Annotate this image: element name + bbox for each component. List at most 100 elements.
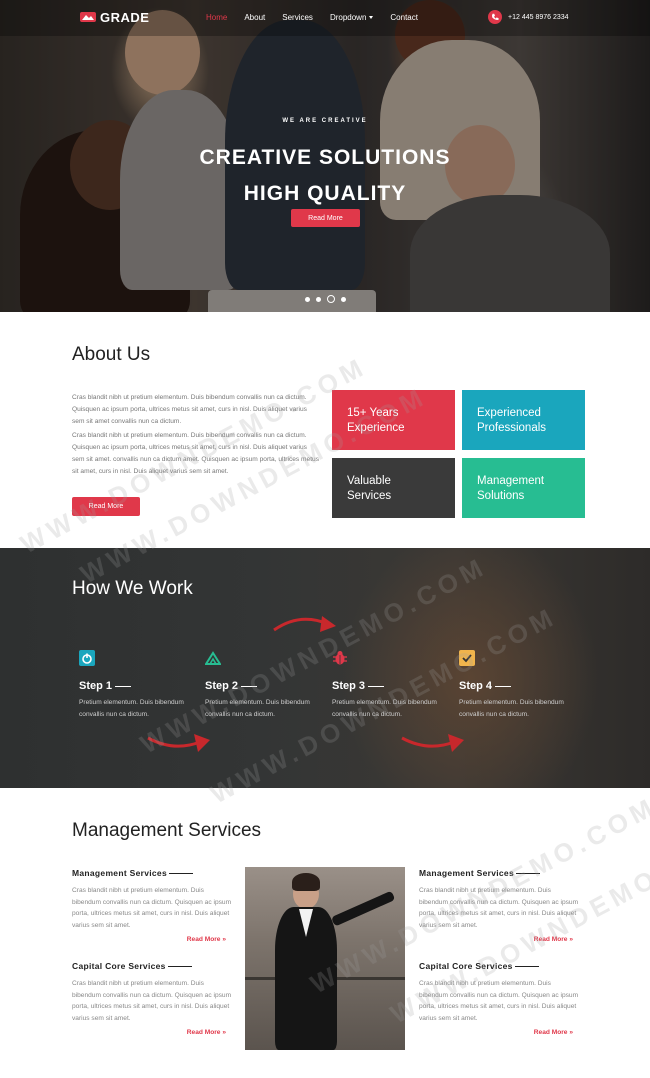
read-more-label: Read More <box>186 1028 221 1036</box>
hero-title-line: HIGH QUALITY <box>243 182 407 205</box>
step-text: Pretium elementum. Duis bibendum convall… <box>205 699 310 718</box>
step-heading: Step 3 <box>332 680 442 692</box>
nav-contact[interactable]: Contact <box>390 13 418 22</box>
nav-about[interactable]: About <box>244 13 265 22</box>
logo-mark-icon <box>80 12 96 22</box>
service-heading: Capital Core Services <box>419 961 579 971</box>
caret-down-icon <box>369 16 374 20</box>
step-divider <box>115 685 132 687</box>
curved-arrow-icon <box>401 734 464 752</box>
tile-line: Experienced <box>477 407 541 419</box>
hero-title-line: CREATIVE SOLUTIONS <box>199 146 451 169</box>
tile-line: Experience <box>347 422 405 434</box>
step-heading: Step 4 <box>459 680 569 692</box>
nav-dropdown[interactable]: Dropdown <box>329 13 374 22</box>
service-divider <box>516 872 540 874</box>
step-title: Step 4 <box>459 680 493 692</box>
step-divider <box>241 685 258 687</box>
businesswoman-photo <box>245 867 405 1050</box>
step-card: Step 2 Pretium elementum. Duis bibendum … <box>204 650 315 721</box>
main-menu: Home About Services Dropdown Contact <box>206 13 435 22</box>
photo-figure <box>292 873 320 891</box>
power-icon <box>79 650 95 666</box>
carousel-dot[interactable] <box>341 296 346 302</box>
read-more-label: Read More <box>533 1028 568 1036</box>
step-title: Step 1 <box>79 680 113 692</box>
service-read-more-link[interactable]: Read More » <box>419 936 579 943</box>
feature-tile-solutions[interactable]: Management Solutions <box>462 458 585 518</box>
how-title: How We Work <box>72 578 193 599</box>
service-read-more-link[interactable]: Read More » <box>419 1029 579 1036</box>
nav-services[interactable]: Services <box>282 13 313 22</box>
phone-number: +12 445 8976 2334 <box>508 13 569 21</box>
tile-line: Management <box>477 475 545 487</box>
hero-kicker: WE ARE CREATIVE <box>282 118 368 124</box>
brand-name: GRADE <box>100 9 150 25</box>
hero-read-more-button[interactable]: Read More <box>291 209 360 227</box>
service-item: Management Services Cras blandit nibh ut… <box>72 868 232 943</box>
tile-line: Valuable <box>347 475 391 487</box>
curved-arrow-icon <box>147 734 210 752</box>
management-title: Management Services <box>72 820 262 841</box>
service-divider <box>514 965 539 967</box>
step-text: Pretium elementum. Duis bibendum convall… <box>459 699 564 718</box>
brand-logo[interactable]: GRADE <box>80 9 149 25</box>
service-read-more-link[interactable]: Read More » <box>72 936 232 943</box>
nav-dropdown-label: Dropdown <box>329 13 367 22</box>
step-title: Step 2 <box>205 680 239 692</box>
photo-figure <box>330 890 396 927</box>
service-item: Capital Core Services Cras blandit nibh … <box>419 961 579 1036</box>
tile-line: Services <box>347 490 392 502</box>
carousel-dot[interactable] <box>316 296 321 302</box>
about-read-more-button[interactable]: Read More <box>72 497 140 516</box>
step-divider <box>368 685 385 687</box>
phone-contact[interactable]: +12 445 8976 2334 <box>488 10 569 24</box>
double-chevron-right-icon: » <box>569 1028 573 1036</box>
peak-icon <box>204 651 222 665</box>
double-chevron-right-icon: » <box>222 935 226 943</box>
service-divider <box>167 965 192 967</box>
step-heading: Step 1 <box>79 680 189 692</box>
service-title: Capital Core Services <box>72 961 166 971</box>
step-card: Step 1 Pretium elementum. Duis bibendum … <box>79 650 189 721</box>
carousel-dots <box>305 295 346 303</box>
hero-banner: WE ARE CREATIVE CREATIVE SOLUTIONS HIGH … <box>0 0 650 312</box>
service-heading: Management Services <box>419 868 579 878</box>
read-more-label: Read More <box>533 935 568 943</box>
phone-icon <box>488 10 502 24</box>
tile-line: 15+ Years <box>347 407 399 419</box>
double-chevron-right-icon: » <box>569 935 573 943</box>
step-card: Step 4 Pretium elementum. Duis bibendum … <box>459 650 569 721</box>
feature-tile-experience[interactable]: 15+ Years Experience <box>332 390 455 450</box>
step-divider <box>495 685 512 687</box>
feature-tile-professionals[interactable]: Experienced Professionals <box>462 390 585 450</box>
carousel-dot-active[interactable] <box>327 295 335 303</box>
step-text: Pretium elementum. Duis bibendum convall… <box>79 699 184 718</box>
step-text: Pretium elementum. Duis bibendum convall… <box>332 699 437 718</box>
service-title: Capital Core Services <box>419 961 513 971</box>
step-heading: Step 2 <box>205 680 315 692</box>
nav-home[interactable]: Home <box>206 13 227 22</box>
about-title: About Us <box>72 344 151 365</box>
tile-line: Professionals <box>477 422 547 434</box>
service-item: Management Services Cras blandit nibh ut… <box>419 868 579 943</box>
hero-title: CREATIVE SOLUTIONS HIGH QUALITY <box>0 140 650 212</box>
double-chevron-right-icon: » <box>222 1028 226 1036</box>
read-more-label: Read More <box>186 935 221 943</box>
tile-line: Solutions <box>477 490 525 502</box>
service-title: Management Services <box>419 868 514 878</box>
checkbox-icon <box>459 650 475 666</box>
bug-icon <box>333 651 347 665</box>
service-read-more-link[interactable]: Read More » <box>72 1029 232 1036</box>
service-item: Capital Core Services Cras blandit nibh … <box>72 961 232 1036</box>
service-text: Cras blandit nibh ut pretium elementum. … <box>419 887 579 930</box>
feature-tile-services[interactable]: Valuable Services <box>332 458 455 518</box>
carousel-dot[interactable] <box>305 296 310 302</box>
curved-arrow-icon <box>273 616 336 632</box>
step-title: Step 3 <box>332 680 366 692</box>
service-heading: Management Services <box>72 868 232 878</box>
service-divider <box>169 872 193 874</box>
about-paragraph: Cras blandit nibh ut pretium elementum. … <box>72 394 307 425</box>
step-card: Step 3 Pretium elementum. Duis bibendum … <box>332 650 442 721</box>
service-text: Cras blandit nibh ut pretium elementum. … <box>419 980 579 1023</box>
